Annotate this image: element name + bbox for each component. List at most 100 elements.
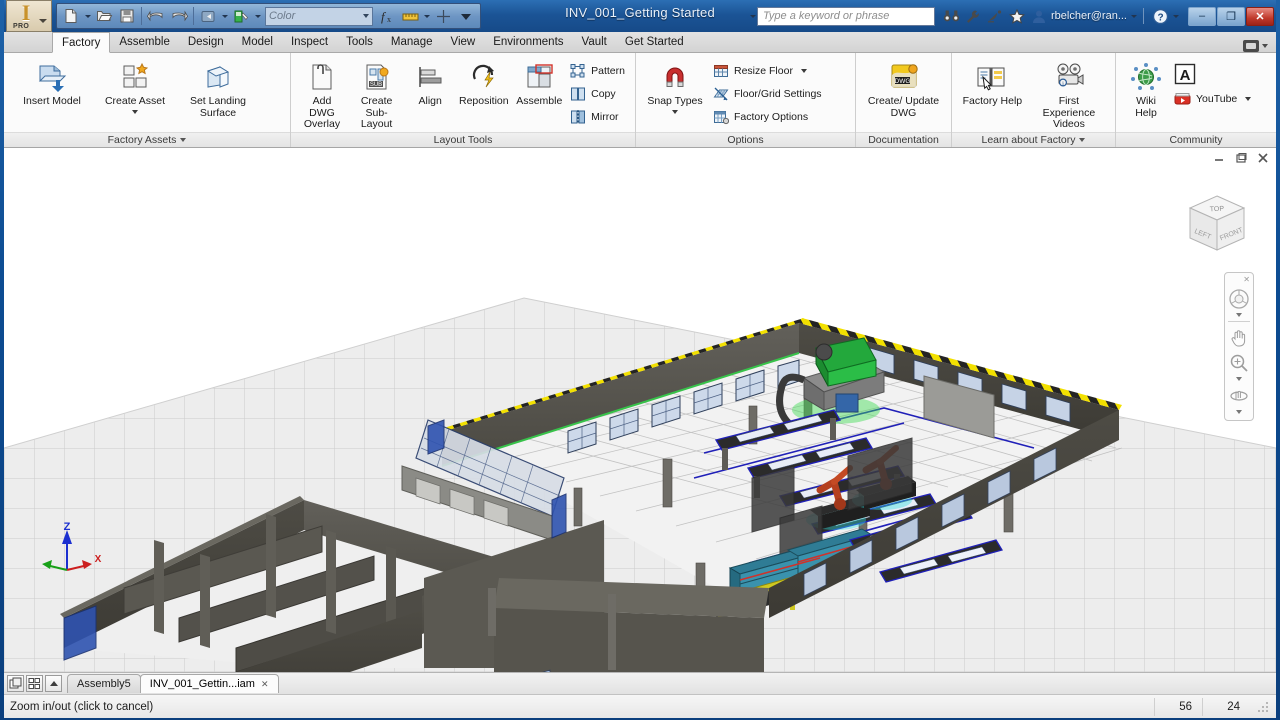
autodesk-360-button[interactable]: A [1172, 61, 1255, 87]
chevron-down-icon[interactable] [39, 19, 47, 23]
copy-button[interactable]: Copy [567, 83, 629, 105]
return-dropdown[interactable] [220, 5, 229, 27]
tab-inspect[interactable]: Inspect [282, 31, 337, 52]
chevron-down-icon[interactable] [180, 138, 187, 142]
pan-button[interactable] [1226, 324, 1252, 350]
tab-factory[interactable]: Factory [52, 32, 111, 53]
tab-assemble[interactable]: Assemble [110, 31, 179, 52]
user-menu-arrow[interactable] [1129, 5, 1138, 27]
help-button[interactable]: ? [1149, 5, 1171, 27]
orbit-button[interactable] [1226, 383, 1252, 409]
close-button[interactable]: ✕ [1246, 6, 1274, 26]
undo-button[interactable] [145, 5, 167, 27]
search-library-button[interactable] [940, 5, 962, 27]
assemble-button[interactable]: Assemble [513, 57, 565, 108]
doc-tab-inv001[interactable]: INV_001_Gettin...iam ✕ [139, 674, 279, 693]
minimize-viewport-icon[interactable] [1212, 151, 1226, 165]
panel-title-factory-assets[interactable]: Factory Assets [4, 132, 290, 147]
reposition-button[interactable]: Reposition [456, 57, 511, 108]
settings-button[interactable] [962, 5, 984, 27]
chevron-down-icon[interactable] [1262, 44, 1268, 48]
tab-model[interactable]: Model [233, 31, 282, 52]
close-navbar-icon[interactable]: ✕ [1243, 275, 1250, 284]
appearance-dropdown[interactable] [253, 5, 262, 27]
application-menu-button[interactable]: I PRO [6, 0, 52, 32]
communication-center-button[interactable] [984, 5, 1006, 27]
close-icon[interactable]: ✕ [261, 679, 269, 690]
avatar[interactable] [1028, 5, 1050, 27]
youtube-button[interactable]: YouTube [1172, 88, 1255, 110]
scroll-up-button[interactable] [45, 675, 62, 692]
parameters-button[interactable]: f x [376, 5, 398, 27]
resize-grip-icon[interactable] [1256, 700, 1270, 714]
pattern-button[interactable]: Pattern [567, 60, 629, 82]
chevron-down-icon[interactable] [1236, 313, 1242, 317]
panel-title-options[interactable]: Options [636, 132, 855, 147]
view-cube[interactable]: TOP LEFT FRONT [1180, 190, 1254, 264]
chevron-down-icon-2[interactable] [1236, 377, 1242, 381]
add-dwg-overlay-button[interactable]: Add DWG Overlay [297, 57, 347, 131]
snap-types-dropdown[interactable] [672, 109, 678, 114]
create-sublayout-button[interactable]: SUB Create Sub-Layout [349, 57, 404, 131]
measure-dropdown[interactable] [422, 5, 431, 27]
first-experience-videos-button[interactable]: i First Experience Videos [1029, 57, 1109, 131]
save-button[interactable] [116, 5, 138, 27]
appearance-button[interactable] [230, 5, 252, 27]
chevron-down-icon[interactable] [1079, 138, 1086, 142]
insert-model-button[interactable]: Insert Model [10, 57, 94, 108]
minimize-button[interactable]: – [1188, 6, 1216, 26]
close-viewport-icon[interactable] [1256, 151, 1270, 165]
tab-vault[interactable]: Vault [573, 31, 616, 52]
youtube-dropdown[interactable] [1245, 97, 1252, 101]
qat-overflow-button[interactable] [455, 5, 477, 27]
navigation-bar[interactable]: ✕ [1224, 272, 1254, 421]
restore-viewport-icon[interactable] [1234, 151, 1248, 165]
search-input[interactable]: Type a keyword or phrase [757, 6, 936, 26]
create-asset-dropdown[interactable] [132, 109, 138, 114]
grid-views-button[interactable] [26, 675, 43, 692]
tab-design[interactable]: Design [179, 31, 233, 52]
doc-tab-assembly5[interactable]: Assembly5 [67, 674, 141, 693]
new-document-button[interactable] [60, 5, 82, 27]
chevron-down-icon-3[interactable] [1236, 410, 1242, 414]
panel-title-documentation[interactable]: Documentation [856, 132, 951, 147]
factory-options-button[interactable]: Factory Options [710, 106, 826, 128]
tab-environments[interactable]: Environments [484, 31, 572, 52]
chevron-down-icon[interactable] [363, 14, 369, 18]
panel-title-layout-tools[interactable]: Layout Tools [291, 132, 635, 147]
create-asset-button[interactable]: Create Asset [96, 57, 174, 114]
resize-floor-dropdown[interactable] [800, 69, 807, 73]
help-menu-arrow[interactable] [1171, 5, 1180, 27]
open-file-button[interactable] [93, 5, 115, 27]
steering-wheel-button[interactable] [1226, 286, 1252, 312]
new-document-dropdown[interactable] [83, 5, 92, 27]
tab-tools[interactable]: Tools [337, 31, 382, 52]
zoom-button[interactable] [1226, 350, 1252, 376]
constraint-button[interactable] [432, 5, 454, 27]
mirror-button[interactable]: Mirror [567, 106, 629, 128]
user-account-label[interactable]: rbelcher@ran... [1051, 10, 1127, 22]
maximize-button[interactable]: ❐ [1217, 6, 1245, 26]
model-viewport[interactable]: TOP LEFT FRONT ✕ Z X [4, 148, 1276, 672]
ribbon-display-options[interactable] [1243, 40, 1276, 52]
measure-button[interactable] [399, 5, 421, 27]
panel-title-learn-about-factory[interactable]: Learn about Factory [952, 132, 1115, 147]
favorites-button[interactable] [1006, 5, 1028, 27]
tile-views-button[interactable] [7, 675, 24, 692]
factory-help-button[interactable]: Factory Help [958, 57, 1027, 108]
redo-button[interactable] [168, 5, 190, 27]
panel-title-community[interactable]: Community [1116, 132, 1276, 147]
factory-3d-scene[interactable] [4, 148, 1276, 672]
align-button[interactable]: Align [406, 57, 454, 108]
set-landing-surface-button[interactable]: Set Landing Surface [176, 57, 260, 119]
return-button[interactable] [197, 5, 219, 27]
wiki-help-button[interactable]: Wiki Help [1122, 57, 1170, 119]
floor-grid-settings-button[interactable]: Floor/Grid Settings [710, 83, 826, 105]
tab-view[interactable]: View [441, 31, 484, 52]
color-combo[interactable]: Color [265, 6, 373, 26]
tab-get-started[interactable]: Get Started [616, 31, 693, 52]
title-overflow-arrow[interactable] [748, 5, 757, 27]
resize-floor-button[interactable]: Resize Floor [710, 60, 826, 82]
tab-manage[interactable]: Manage [382, 31, 442, 52]
create-update-dwg-button[interactable]: DWG Create/ Update DWG [862, 57, 945, 119]
